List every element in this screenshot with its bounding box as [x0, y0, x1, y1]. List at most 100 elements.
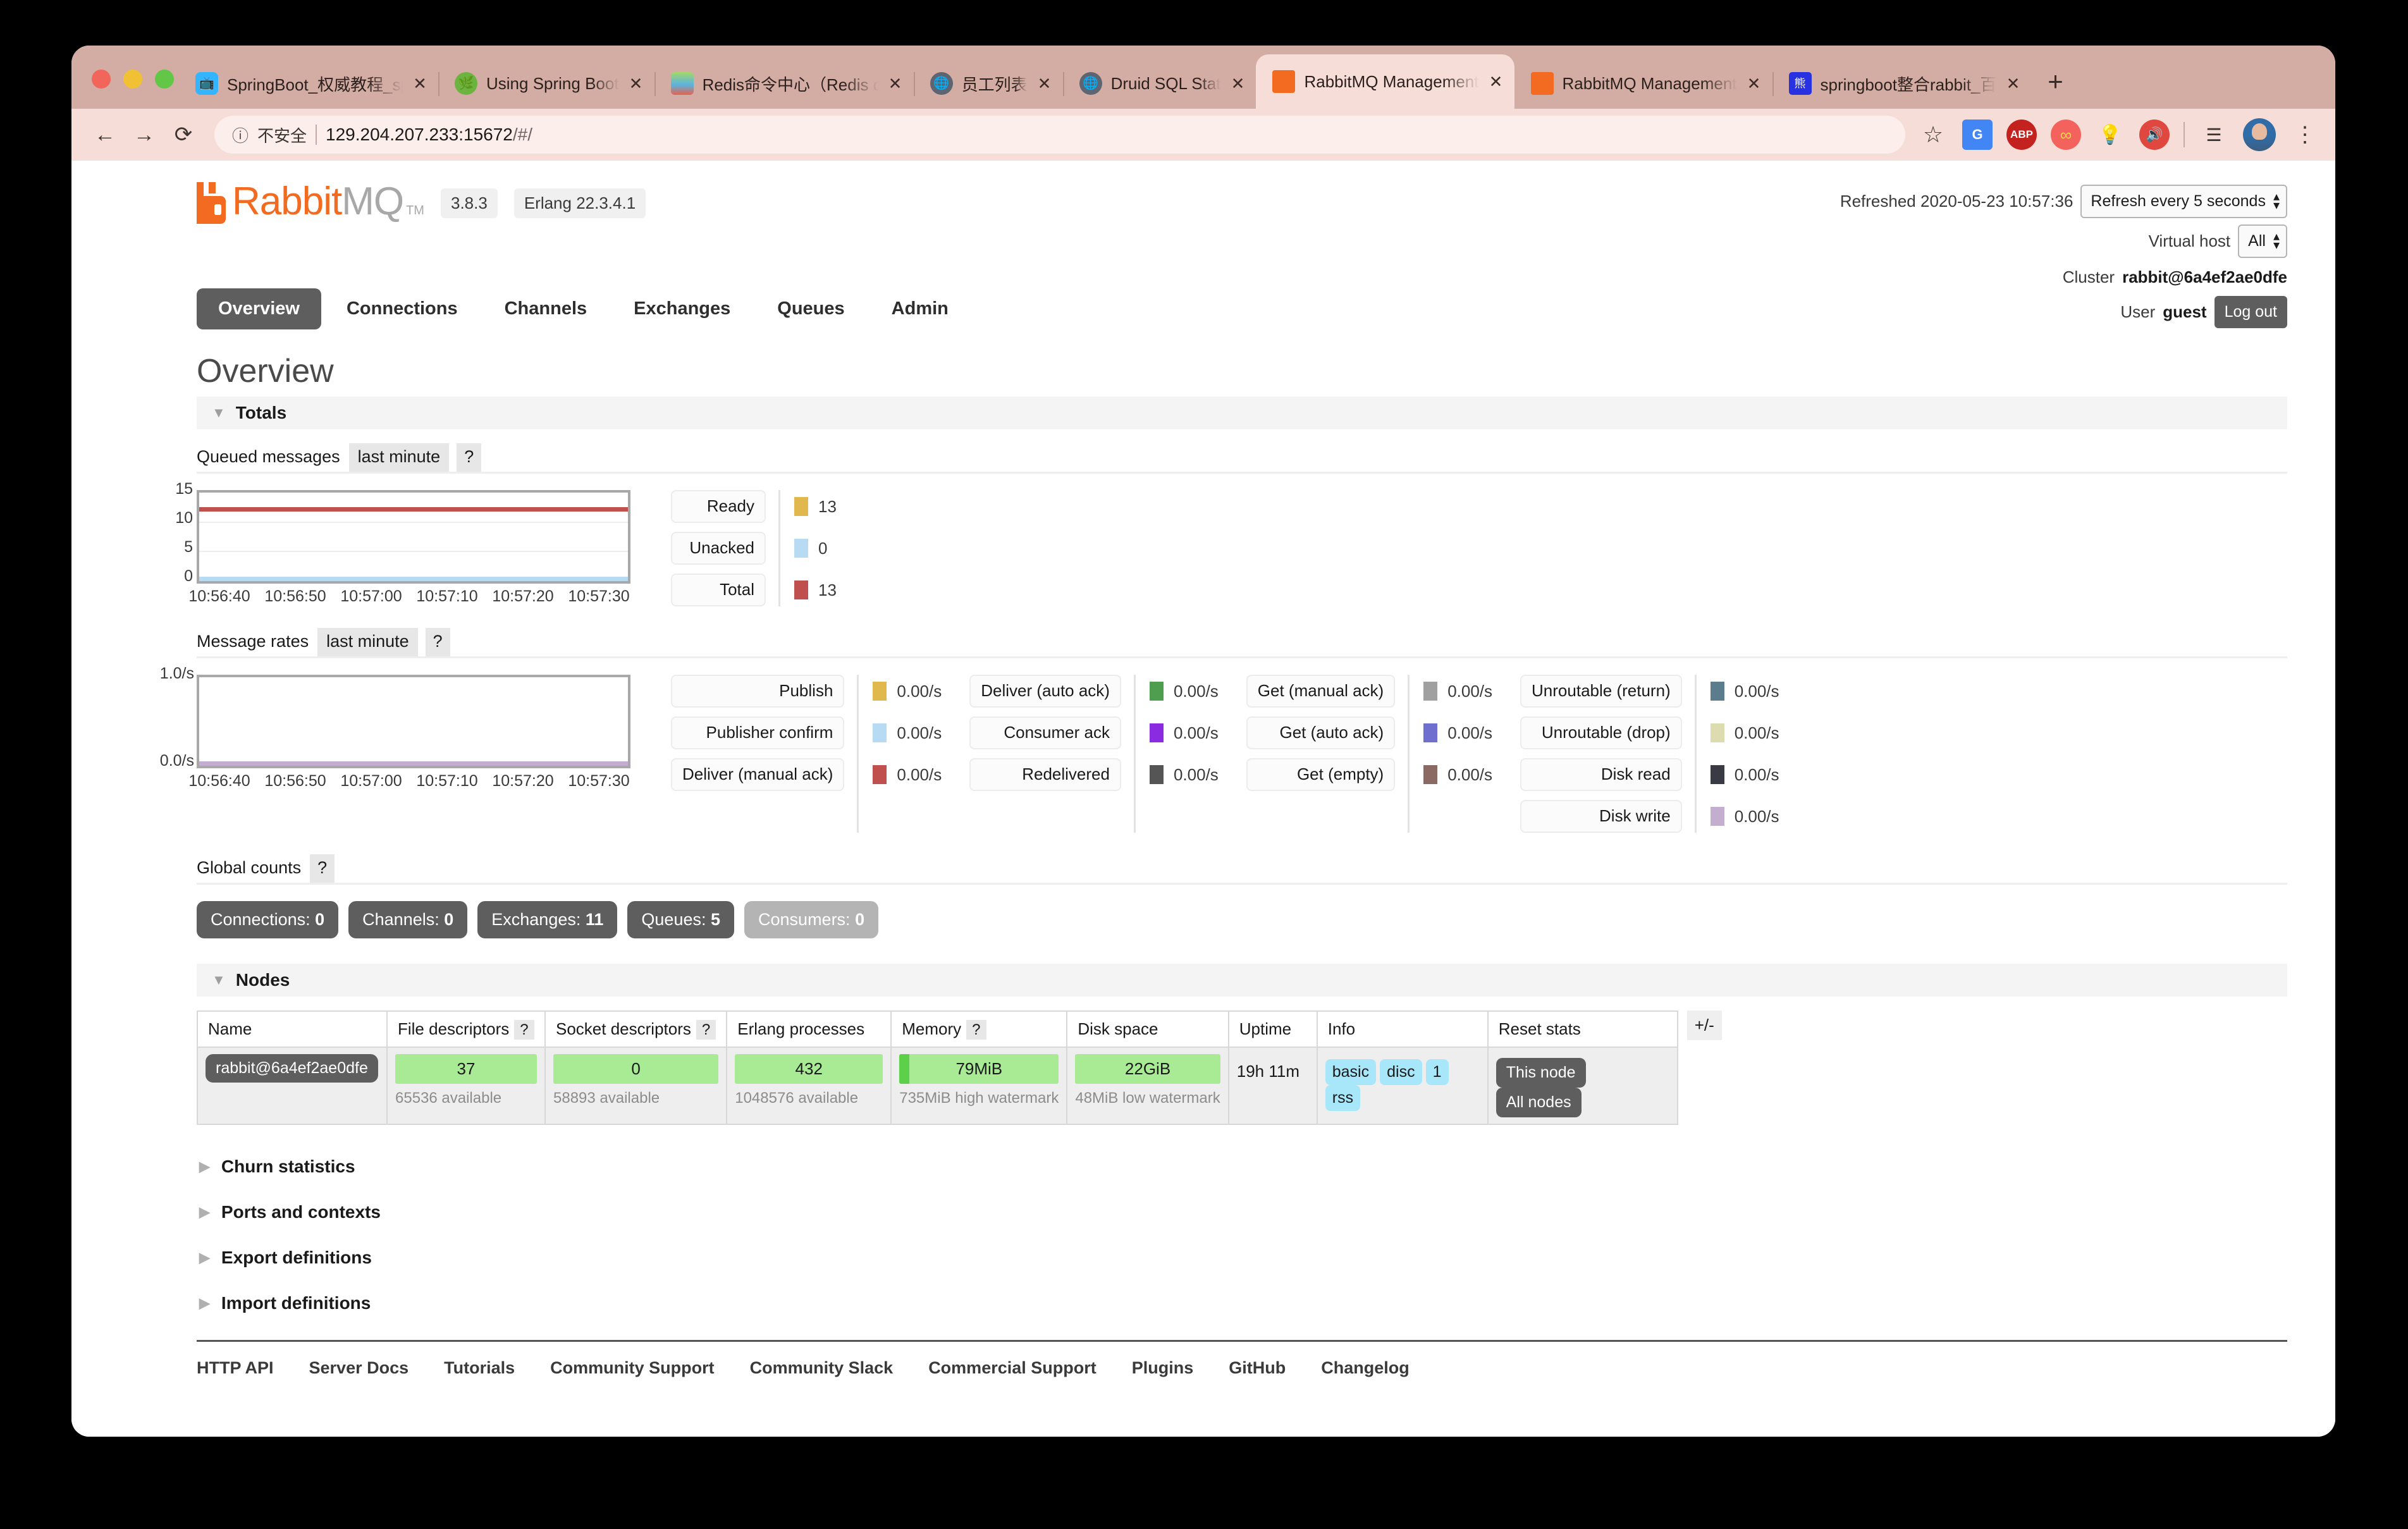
queued-messages-help-icon[interactable]: ?: [457, 443, 482, 472]
legend-label-disk-read[interactable]: Disk read: [1520, 758, 1682, 791]
count-badge-channels[interactable]: Channels: 0: [348, 901, 468, 938]
collapsed-section-ports-and-contexts[interactable]: ▶ Ports and contexts: [197, 1189, 2287, 1235]
message-rates-help-icon[interactable]: ?: [425, 628, 450, 656]
close-tab-icon[interactable]: ✕: [2004, 74, 2023, 94]
close-tab-icon[interactable]: ✕: [1487, 72, 1506, 92]
forward-button[interactable]: →: [126, 116, 163, 153]
legend-label-get-auto-ack[interactable]: Get (auto ack): [1246, 716, 1396, 749]
legend-label-deliver-manual-ack[interactable]: Deliver (manual ack): [671, 758, 845, 791]
refresh-interval-select[interactable]: Refresh every 5 seconds ▴ ▾: [2080, 185, 2287, 218]
column-header-disk-space[interactable]: Disk space: [1066, 1010, 1229, 1048]
toggle-columns-button[interactable]: +/-: [1686, 1010, 1722, 1040]
media-list-icon[interactable]: ☰: [2199, 120, 2229, 150]
legend-label-get-empty[interactable]: Get (empty): [1246, 758, 1396, 791]
tab-exchanges[interactable]: Exchanges: [612, 288, 752, 329]
legend-label-consumer-ack[interactable]: Consumer ack: [969, 716, 1121, 749]
column-header-name[interactable]: Name: [197, 1010, 388, 1048]
info-tag-disc[interactable]: disc: [1380, 1059, 1422, 1085]
legend-label-redelivered[interactable]: Redelivered: [969, 758, 1121, 791]
help-icon[interactable]: ?: [966, 1020, 986, 1040]
address-bar[interactable]: ⓘ 不安全 129.204.207.233:15672/#/: [214, 116, 1905, 154]
info-tag-1[interactable]: 1: [1425, 1059, 1449, 1085]
count-badge-exchanges[interactable]: Exchanges: 11: [477, 901, 618, 938]
bookmark-star-icon[interactable]: ☆: [1918, 120, 1948, 150]
reset-stats-button-all-nodes[interactable]: All nodes: [1496, 1088, 1582, 1117]
browser-tab[interactable]: 🌐 员工列表 ✕: [913, 58, 1063, 109]
legend-label-unacked[interactable]: Unacked: [671, 531, 766, 565]
logout-button[interactable]: Log out: [2214, 295, 2287, 328]
tab-channels[interactable]: Channels: [483, 288, 609, 329]
google-translate-icon[interactable]: G: [1962, 120, 1993, 150]
vhost-select[interactable]: All ▴ ▾: [2238, 224, 2287, 258]
reload-button[interactable]: ⟳: [165, 116, 202, 153]
close-tab-icon[interactable]: ✕: [1035, 74, 1054, 94]
collapsed-section-import-definitions[interactable]: ▶ Import definitions: [197, 1280, 2287, 1326]
help-icon[interactable]: ?: [696, 1020, 716, 1040]
column-header-erlang-processes[interactable]: Erlang processes: [726, 1010, 892, 1048]
help-icon[interactable]: ?: [514, 1020, 534, 1040]
footer-link-community-support[interactable]: Community Support: [550, 1358, 714, 1378]
legend-label-disk-write[interactable]: Disk write: [1520, 799, 1682, 833]
browser-tab[interactable]: 熊 springboot整合rabbit_百度 ✕: [1772, 58, 2032, 109]
close-tab-icon[interactable]: ✕: [410, 74, 429, 94]
close-window-button[interactable]: [92, 70, 111, 89]
reset-stats-button-this-node[interactable]: This node: [1496, 1058, 1586, 1088]
browser-tab[interactable]: 🌐 Druid SQL Stat ✕: [1062, 58, 1256, 109]
mute-tab-icon[interactable]: 🔊: [2139, 120, 2170, 150]
close-tab-icon[interactable]: ✕: [1745, 74, 1764, 94]
column-header-memory[interactable]: Memory?: [890, 1010, 1068, 1048]
browser-tab-active[interactable]: RabbitMQ Management ✕: [1256, 54, 1514, 109]
rabbitmq-logo[interactable]: Rabbit MQ TM: [197, 182, 424, 224]
column-header-file-descriptors[interactable]: File descriptors?: [386, 1010, 546, 1048]
browser-tab[interactable]: 🌿 Using Spring Boot ✕: [438, 58, 654, 109]
info-tag-rss[interactable]: rss: [1325, 1085, 1361, 1111]
legend-label-get-manual-ack[interactable]: Get (manual ack): [1246, 675, 1396, 708]
message-rates-period[interactable]: last minute: [317, 628, 418, 656]
footer-link-http-api[interactable]: HTTP API: [197, 1358, 274, 1378]
section-header-totals[interactable]: ▼ Totals: [197, 396, 2287, 429]
site-info-icon[interactable]: ⓘ: [232, 123, 249, 147]
section-header-nodes[interactable]: ▼ Nodes: [197, 964, 2287, 997]
new-tab-button[interactable]: +: [2041, 68, 2071, 95]
global-counts-help-icon[interactable]: ?: [310, 854, 335, 883]
info-tag-basic[interactable]: basic: [1325, 1059, 1377, 1085]
lightbulb-extension-icon[interactable]: 💡: [2095, 120, 2125, 150]
count-badge-consumers[interactable]: Consumers: 0: [744, 901, 879, 938]
chrome-menu-icon[interactable]: ⋮: [2290, 120, 2320, 150]
legend-label-ready[interactable]: Ready: [671, 490, 766, 523]
browser-tab[interactable]: RabbitMQ Management ✕: [1514, 58, 1772, 109]
profile-avatar[interactable]: [2243, 118, 2276, 151]
tab-connections[interactable]: Connections: [325, 288, 479, 329]
minimize-window-button[interactable]: [123, 70, 142, 89]
footer-link-github[interactable]: GitHub: [1229, 1358, 1286, 1378]
maximize-window-button[interactable]: [155, 70, 174, 89]
close-tab-icon[interactable]: ✕: [1228, 74, 1247, 94]
footer-link-commercial-support[interactable]: Commercial Support: [928, 1358, 1096, 1378]
footer-link-community-slack[interactable]: Community Slack: [750, 1358, 894, 1378]
tab-admin[interactable]: Admin: [870, 288, 970, 329]
adblock-plus-icon[interactable]: ABP: [2006, 120, 2037, 150]
footer-link-plugins[interactable]: Plugins: [1132, 1358, 1194, 1378]
legend-label-publish[interactable]: Publish: [671, 675, 845, 708]
footer-link-changelog[interactable]: Changelog: [1321, 1358, 1410, 1378]
browser-tab[interactable]: Redis命令中心（Redis co ✕: [654, 58, 914, 109]
legend-label-unroutable-drop[interactable]: Unroutable (drop): [1520, 716, 1682, 749]
legend-label-publisher-confirm[interactable]: Publisher confirm: [671, 716, 845, 749]
column-header-reset-stats[interactable]: Reset stats: [1487, 1010, 1678, 1048]
count-badge-connections[interactable]: Connections: 0: [197, 901, 339, 938]
browser-tab[interactable]: 📺 SpringBoot_权威教程_spr ✕: [179, 58, 438, 109]
tab-overview[interactable]: Overview: [197, 288, 321, 329]
legend-label-unroutable-return[interactable]: Unroutable (return): [1520, 675, 1682, 708]
node-name-badge[interactable]: rabbit@6a4ef2ae0dfe: [206, 1054, 378, 1083]
count-badge-queues[interactable]: Queues: 5: [627, 901, 735, 938]
close-tab-icon[interactable]: ✕: [886, 74, 905, 94]
legend-label-deliver-auto-ack[interactable]: Deliver (auto ack): [969, 675, 1121, 708]
infinity-extension-icon[interactable]: ∞: [2051, 120, 2081, 150]
column-header-uptime[interactable]: Uptime: [1227, 1010, 1318, 1048]
legend-label-total[interactable]: Total: [671, 573, 766, 606]
collapsed-section-churn-statistics[interactable]: ▶ Churn statistics: [197, 1144, 2287, 1189]
column-header-socket-descriptors[interactable]: Socket descriptors?: [544, 1010, 728, 1048]
close-tab-icon[interactable]: ✕: [627, 74, 646, 94]
tab-queues[interactable]: Queues: [756, 288, 866, 329]
footer-link-tutorials[interactable]: Tutorials: [444, 1358, 515, 1378]
